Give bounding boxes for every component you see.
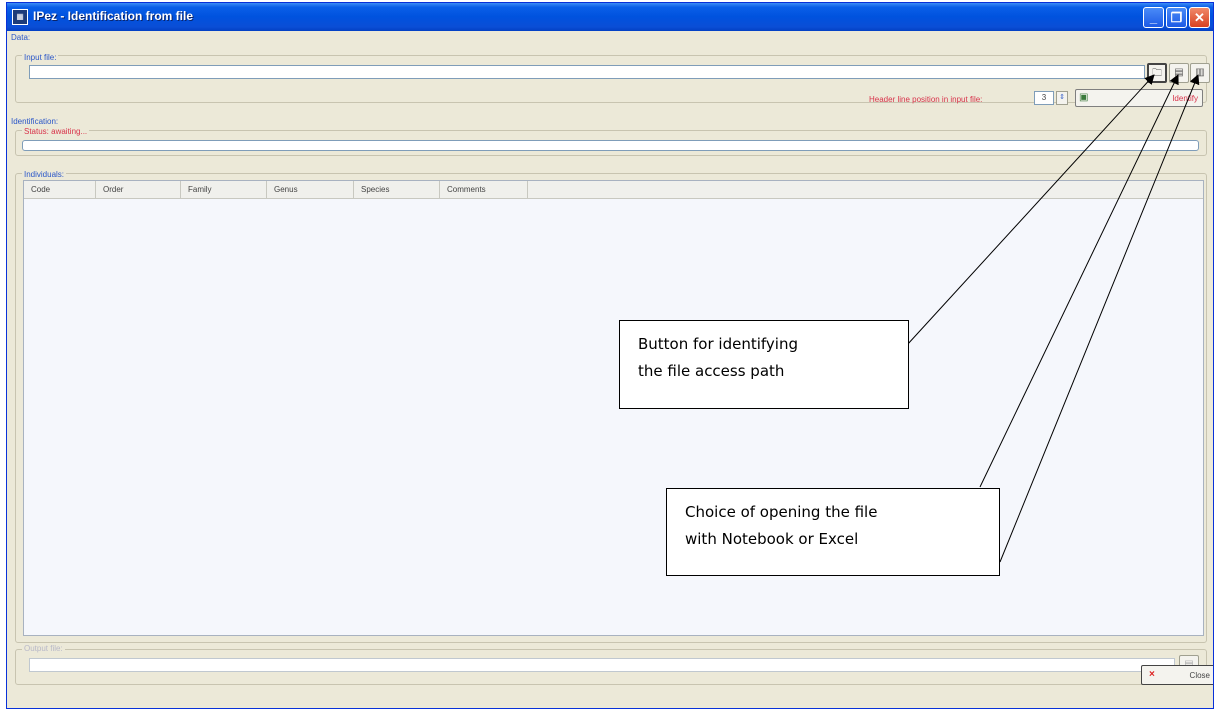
arrow-browse — [906, 74, 1155, 346]
callout-browse: Button for identifying the file access p… — [619, 320, 909, 409]
arrow-excel — [999, 74, 1200, 563]
callout-open-line: with Notebook or Excel — [685, 530, 859, 548]
callout-open-line: Choice of opening the file — [685, 503, 878, 521]
callout-browse-line: Button for identifying — [638, 335, 798, 353]
callout-browse-line: the file access path — [638, 362, 785, 380]
callout-open-with: Choice of opening the file with Notebook… — [666, 488, 1000, 576]
arrow-notebook — [979, 74, 1179, 488]
annotation-arrows — [906, 74, 1200, 563]
